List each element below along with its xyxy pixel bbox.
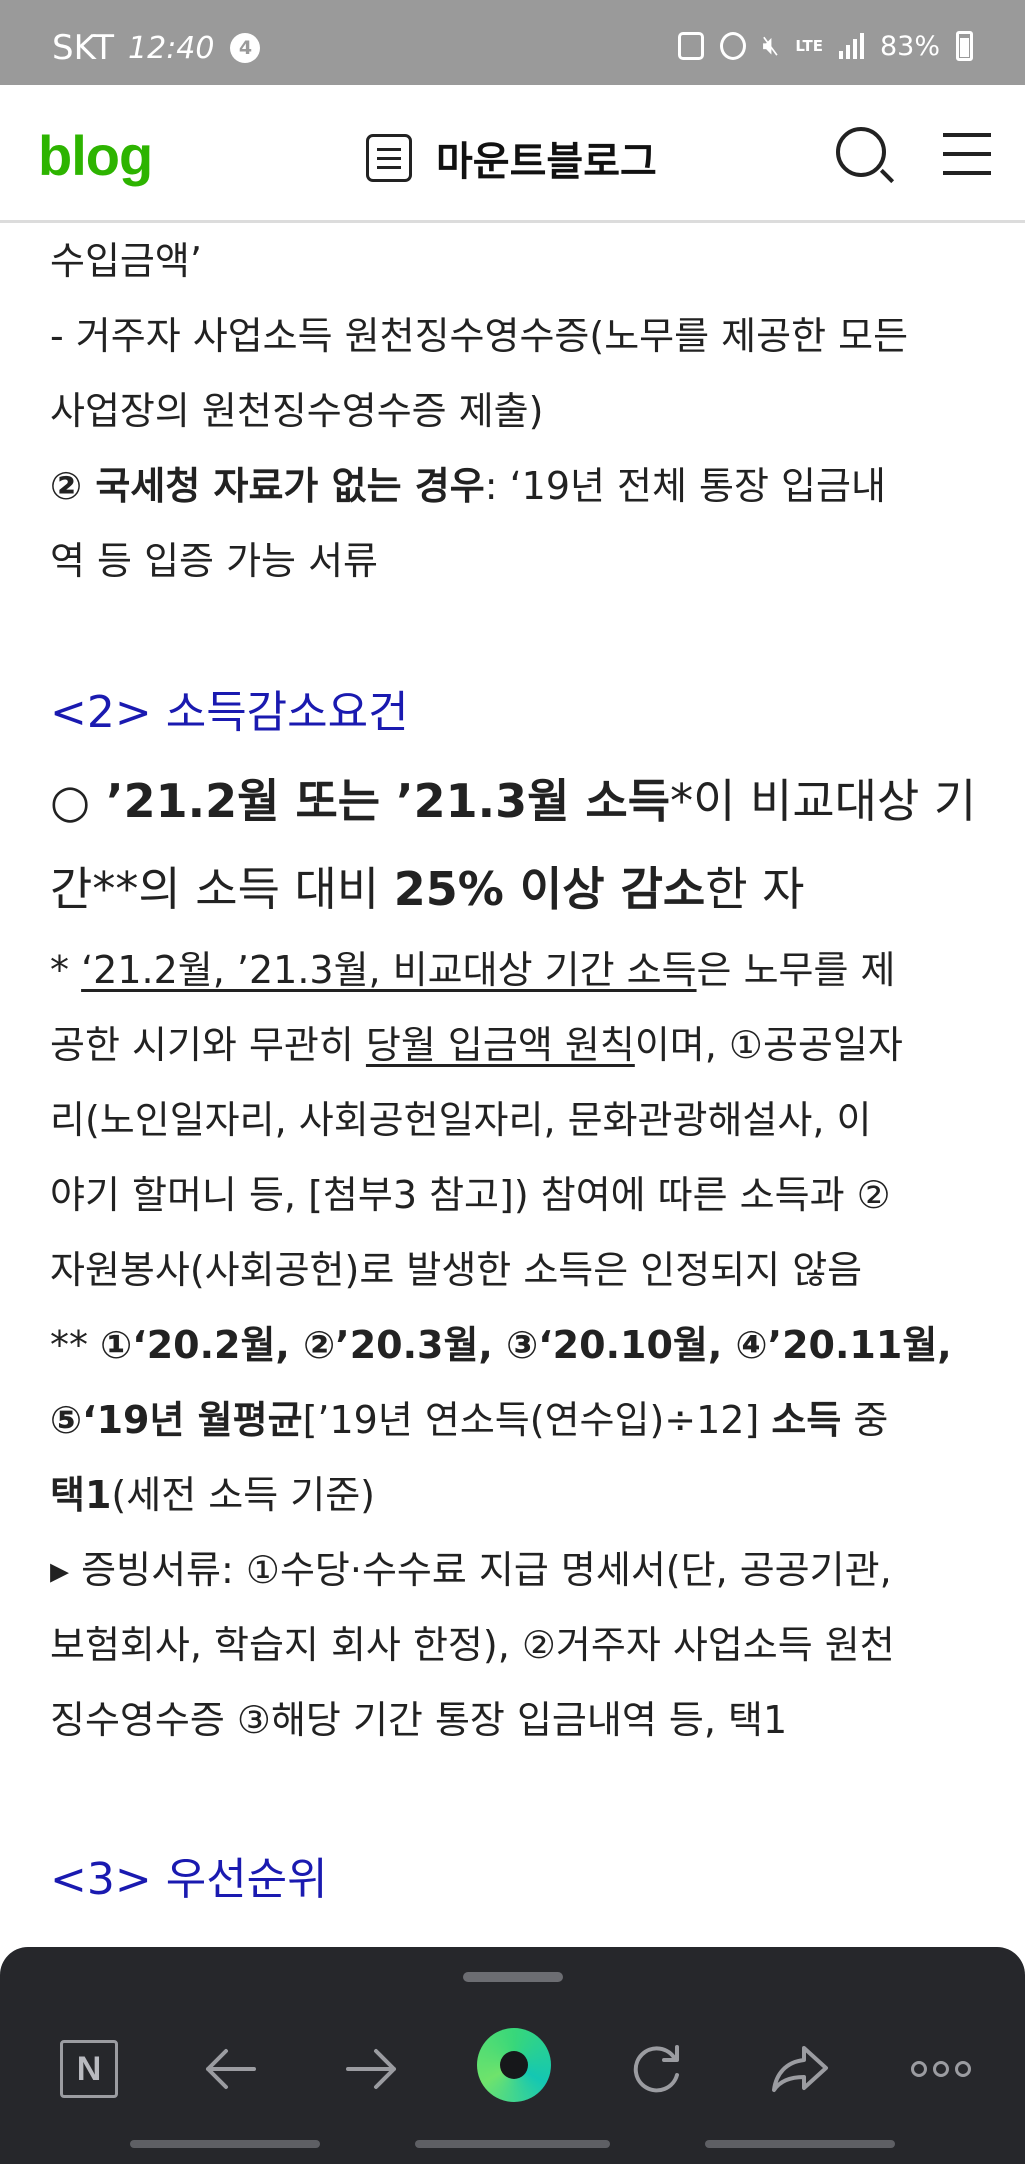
share-button[interactable]	[765, 2034, 835, 2104]
forward-arrow-icon	[346, 2049, 396, 2089]
bold-text: 25% 이상 감소	[393, 862, 706, 916]
text-line: 징수영수증 ③해당 기간 통장 입금내역 등, 택1	[50, 1698, 788, 1742]
signal-icon	[838, 33, 864, 59]
text-line: 야기 할머니 등, [첨부3 참고]) 참여에 따른 소득과 ②	[50, 1173, 891, 1217]
mute-icon: 🔇︎	[762, 30, 780, 61]
underlined-text: 당월 입금액 원칙	[365, 1023, 635, 1067]
network-type: LTE	[795, 37, 823, 55]
text-span: (세전 소득 기준)	[111, 1473, 375, 1517]
text-line: 공한 시기와 무관히 당월 입금액 원칙이며, ①공공일자	[50, 1008, 980, 1083]
list-icon	[366, 134, 412, 182]
text-span: *이 비교대상 기	[670, 774, 977, 828]
blog-logo[interactable]: blog	[38, 123, 153, 188]
bold-text: ⑤‘19년 월평균	[50, 1398, 303, 1442]
bold-text: ○ ’21.2월 또는 ’21.3월 소득	[50, 774, 671, 828]
text-line: 택1(세전 소득 기준)	[50, 1458, 980, 1533]
carrier-label: SKT	[52, 28, 115, 68]
section-heading: <3> 우선순위	[50, 1854, 328, 1905]
battery-percent: 83%	[879, 30, 940, 62]
text-line: - 거주자 사업소득 원천징수영수증(노무를 제공한 모든	[50, 314, 909, 358]
bold-text: ①‘20.2월, ②’20.3월, ③‘20.10월, ④’20.11월,	[100, 1323, 952, 1367]
text-line: * ‘21.2월, ’21.3월, 비교대상 기간 소득은 노무를 제	[50, 933, 980, 1008]
forward-button[interactable]	[337, 2034, 407, 2104]
bold-text: 택1	[50, 1473, 112, 1517]
status-left: SKT 12:40 4	[52, 28, 261, 68]
text-span: 이며, ①공공일자	[634, 1023, 903, 1067]
bold-text: 소득	[771, 1398, 842, 1442]
underlined-text: ‘21.2월, ’21.3월, 비교대상 기간 소득	[81, 948, 697, 992]
blog-header: blog 마운트블로그	[0, 85, 1025, 223]
green-dot-icon	[500, 2051, 528, 2079]
refresh-icon	[633, 2045, 679, 2093]
alarm-icon	[720, 32, 747, 60]
section-heading: <2> 소득감소요건	[50, 687, 409, 738]
text-line: ⑤‘19년 월평균[’19년 연소득(연수입)÷12] 소득 중	[50, 1383, 980, 1458]
text-line: ▸ 증빙서류: ①수당·수수료 지급 명세서(단, 공공기관,	[50, 1548, 892, 1592]
naver-n-button[interactable]: N	[54, 2034, 124, 2104]
text-line: 사업장의 원천징수영수증 제출)	[50, 389, 544, 433]
naver-n-icon: N	[60, 2040, 118, 2098]
search-icon[interactable]	[836, 127, 886, 177]
text-line: 역 등 입증 가능 서류	[50, 539, 378, 583]
share-icon	[772, 2046, 828, 2092]
text-span: 간**의 소득 대비	[50, 862, 394, 916]
bold-text: ② 국세청 자료가 없는 경우	[50, 464, 485, 508]
text-span: *	[50, 948, 82, 992]
text-line: 보험회사, 학습지 회사 한정), ②거주자 사업소득 원천	[50, 1623, 895, 1667]
text-span: [’19년 연소득(연수입)÷12]	[302, 1398, 772, 1442]
nav-recent-bar[interactable]	[130, 2140, 320, 2148]
text-line: 자원봉사(사회공헌)로 발생한 소득은 인정되지 않음	[50, 1248, 863, 1292]
text-line: ** ①‘20.2월, ②’20.3월, ③‘20.10월, ④’20.11월,	[50, 1308, 980, 1383]
refresh-button[interactable]	[622, 2034, 692, 2104]
blog-title-button[interactable]: 마운트블로그	[366, 129, 657, 187]
text-line: 리(노인일자리, 사회공헌일자리, 문화관광해설사, 이	[50, 1098, 872, 1142]
nav-back-bar[interactable]	[705, 2140, 895, 2148]
drag-handle[interactable]	[463, 1972, 563, 1982]
nav-home-bar[interactable]	[415, 2140, 610, 2148]
article-body: 수입금액’ - 거주자 사업소득 원천징수영수증(노무를 제공한 모든 사업장의…	[50, 224, 980, 1924]
menu-icon[interactable]	[943, 133, 991, 175]
text-span: 중	[841, 1398, 889, 1442]
text-line: 간**의 소득 대비 25% 이상 감소한 자	[50, 845, 980, 933]
status-bar: SKT 12:40 4 🔇︎ LTE 83%	[0, 0, 1025, 85]
more-icon	[911, 2061, 971, 2077]
recycle-icon	[678, 32, 705, 60]
blog-title: 마운트블로그	[436, 139, 657, 185]
notification-badge: 4	[230, 33, 261, 63]
text-span: 한 자	[705, 862, 805, 916]
status-right: 🔇︎ LTE 83%	[678, 30, 973, 62]
text-line: 수입금액’	[50, 239, 202, 283]
text-line: ○ ’21.2월 또는 ’21.3월 소득*이 비교대상 기	[50, 757, 980, 845]
text-span: **	[50, 1323, 101, 1367]
clock: 12:40	[128, 30, 215, 66]
text-span: : ‘19년 전체 통장 입금내	[484, 464, 886, 508]
browser-toolbar: N	[0, 1947, 1025, 2164]
back-arrow-icon	[206, 2049, 256, 2089]
green-dot-button[interactable]	[477, 2028, 551, 2102]
text-span: 공한 시기와 무관히	[50, 1023, 366, 1067]
text-span: 은 노무를 제	[696, 948, 896, 992]
battery-icon	[956, 31, 973, 61]
text-line: ② 국세청 자료가 없는 경우: ‘19년 전체 통장 입금내	[50, 449, 980, 524]
back-button[interactable]	[195, 2034, 265, 2104]
more-button[interactable]	[906, 2034, 976, 2104]
